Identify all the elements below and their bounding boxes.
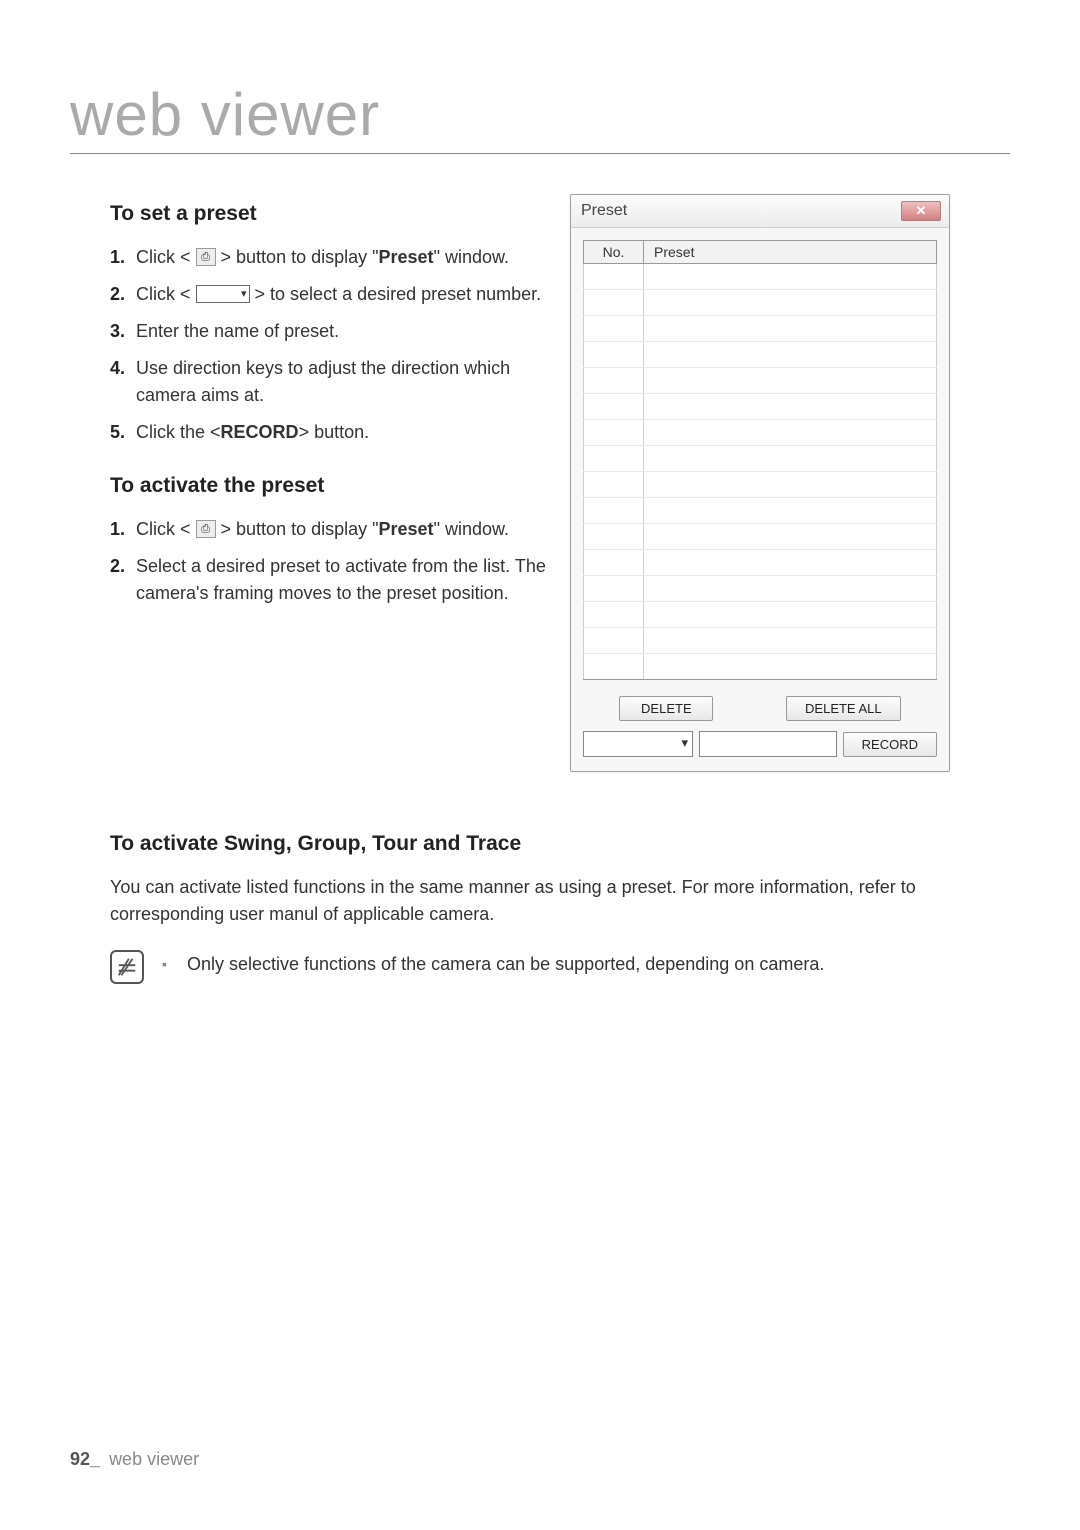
step: Click < ⎙ > button to display "Preset" w… (110, 244, 550, 271)
table-row[interactable] (584, 316, 937, 342)
preset-name-input[interactable] (699, 731, 837, 757)
table-row[interactable] (584, 524, 937, 550)
steps-activate-preset: Click < ⎙ > button to display "Preset" w… (110, 516, 550, 607)
table-row[interactable] (584, 342, 937, 368)
note-text: Only selective functions of the camera c… (187, 954, 824, 975)
table-row[interactable] (584, 394, 937, 420)
step: Click < > to select a desired preset num… (110, 281, 550, 308)
table-row[interactable] (584, 290, 937, 316)
step: Select a desired preset to activate from… (110, 553, 550, 607)
table-row[interactable] (584, 628, 937, 654)
table-row[interactable] (584, 550, 937, 576)
heading-swing: To activate Swing, Group, Tour and Trace (110, 832, 1010, 856)
col-header-no: No. (584, 241, 644, 264)
table-row[interactable] (584, 654, 937, 680)
page-title: web viewer (70, 80, 1010, 154)
col-header-preset: Preset (644, 241, 937, 264)
step: Click < ⎙ > button to display "Preset" w… (110, 516, 550, 543)
page-number: 92_ (70, 1449, 100, 1469)
record-button[interactable]: RECORD (843, 732, 937, 757)
table-row[interactable] (584, 264, 937, 290)
preset-table: No. Preset (583, 240, 937, 680)
heading-set-preset: To set a preset (110, 202, 550, 226)
swing-body: You can activate listed functions in the… (110, 874, 1010, 928)
delete-button[interactable]: DELETE (619, 696, 713, 721)
combo-icon (196, 285, 250, 303)
table-row[interactable] (584, 446, 937, 472)
table-row[interactable] (584, 472, 937, 498)
preset-icon: ⎙ (196, 248, 216, 266)
close-button[interactable]: ✕ (901, 201, 941, 221)
preset-window-title: Preset (581, 202, 627, 220)
steps-set-preset: Click < ⎙ > button to display "Preset" w… (110, 244, 550, 446)
table-row[interactable] (584, 576, 937, 602)
step: Use direction keys to adjust the directi… (110, 355, 550, 409)
table-row[interactable] (584, 498, 937, 524)
preset-icon: ⎙ (196, 520, 216, 538)
preset-window: Preset ✕ No. Preset DELETE DELETE ALL (570, 194, 950, 772)
preset-number-select[interactable] (583, 731, 693, 757)
preset-titlebar: Preset ✕ (571, 195, 949, 228)
bullet-icon: ▪ (162, 956, 167, 972)
step: Click the <RECORD> button. (110, 419, 550, 446)
heading-activate-preset: To activate the preset (110, 474, 550, 498)
table-row[interactable] (584, 420, 937, 446)
instructions-column: To set a preset Click < ⎙ > button to di… (110, 194, 550, 772)
note-row: ▪ Only selective functions of the camera… (110, 950, 1010, 984)
footer-label: web viewer (109, 1449, 199, 1469)
table-row[interactable] (584, 602, 937, 628)
page-footer: 92_ web viewer (70, 1449, 199, 1470)
note-icon (110, 950, 144, 984)
delete-all-button[interactable]: DELETE ALL (786, 696, 901, 721)
step: Enter the name of preset. (110, 318, 550, 345)
table-row[interactable] (584, 368, 937, 394)
